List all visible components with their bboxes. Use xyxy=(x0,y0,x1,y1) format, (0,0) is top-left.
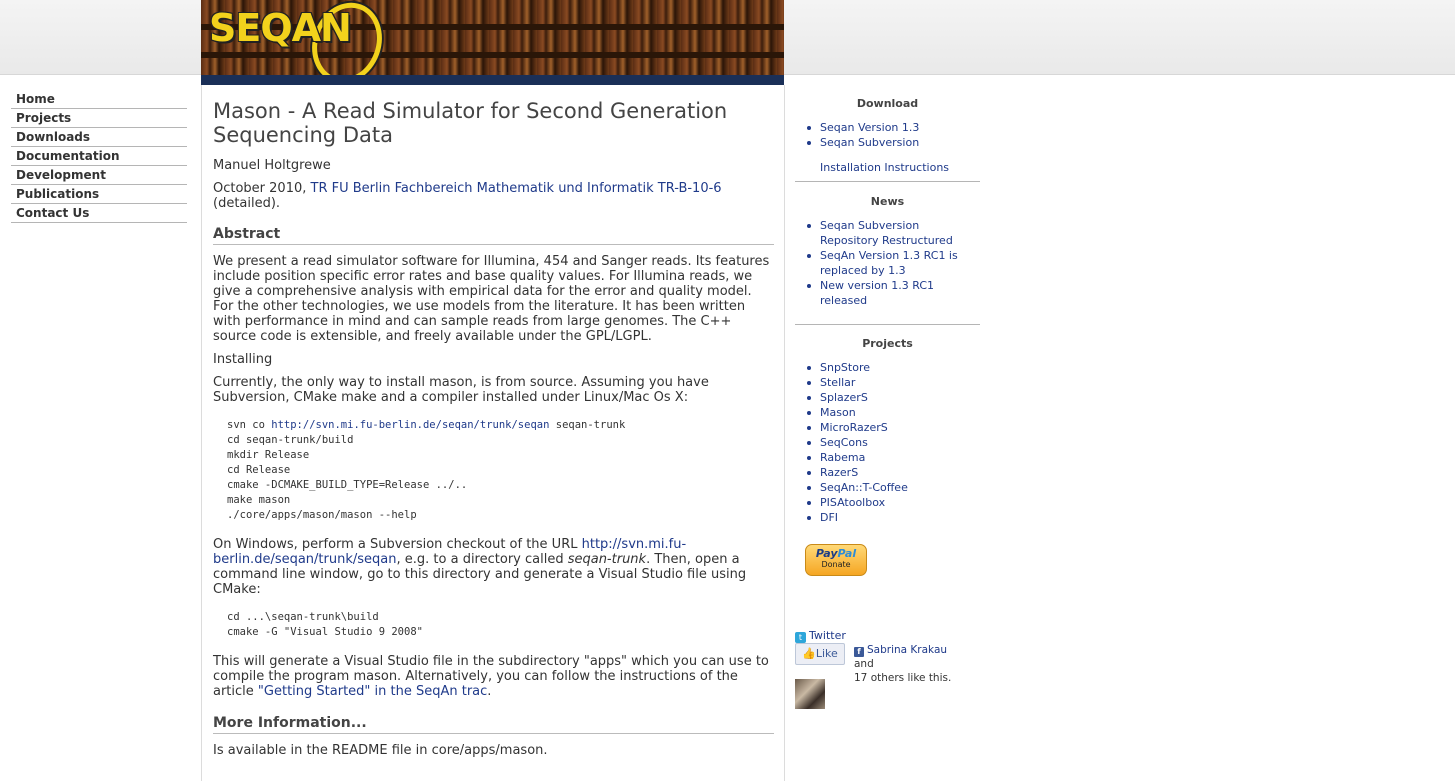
install-code-block: svn co http://svn.mi.fu-berlin.de/seqan/… xyxy=(213,418,774,523)
right-sidebar: Download Seqan Version 1.3 Seqan Subvers… xyxy=(795,96,980,709)
project-rabema-link[interactable]: Rabema xyxy=(820,451,865,464)
facebook-others: 17 others like this. xyxy=(854,672,952,684)
list-item: SeqCons xyxy=(807,435,980,450)
list-item: Seqan Subversion Repository Restructured xyxy=(807,218,980,248)
project-snpstore-link[interactable]: SnpStore xyxy=(820,361,870,374)
site-banner[interactable]: SEQAN xyxy=(201,0,784,85)
project-tcoffee-link[interactable]: SeqAn::T-Coffee xyxy=(820,481,908,494)
list-item: SnpStore xyxy=(807,360,980,375)
project-seqcons-link[interactable]: SeqCons xyxy=(820,436,868,449)
list-item: Seqan Version 1.3 xyxy=(807,120,980,135)
more-info-text: Is available in the README file in core/… xyxy=(213,743,548,758)
news-heading: News xyxy=(870,195,905,208)
download-seqan-13-link[interactable]: Seqan Version 1.3 xyxy=(820,121,919,134)
download-subversion-link[interactable]: Seqan Subversion xyxy=(820,136,919,149)
project-stellar-link[interactable]: Stellar xyxy=(820,376,855,389)
download-list: Seqan Version 1.3 Seqan Subversion xyxy=(795,120,980,150)
abstract-text: We present a read simulator software for… xyxy=(213,254,770,344)
list-item: Seqan Subversion xyxy=(807,135,980,150)
nav-projects[interactable]: Projects xyxy=(11,109,187,128)
list-item: Mason xyxy=(807,405,980,420)
install-instructions-link[interactable]: Installation Instructions xyxy=(820,161,949,174)
report-link[interactable]: TR FU Berlin Fachbereich Mathematik und … xyxy=(311,181,722,196)
code-text: seqan-trunk xyxy=(549,419,626,431)
more-info-heading: More Information... xyxy=(213,715,774,734)
nav-documentation[interactable]: Documentation xyxy=(11,147,187,166)
like-label: Like xyxy=(815,647,838,660)
nav-home[interactable]: Home xyxy=(11,90,187,109)
list-item: SplazerS xyxy=(807,390,980,405)
windows-text: On Windows, perform a Subversion checkou… xyxy=(213,537,774,597)
donate-label: Donate xyxy=(821,560,851,569)
author: Manuel Holtgrewe xyxy=(213,158,331,173)
twitter-link[interactable]: Twitter xyxy=(809,629,846,642)
news-item-link[interactable]: New version 1.3 RC1 released xyxy=(820,279,934,307)
code-text: cd seqan-trunk/build mkdir Release cd Re… xyxy=(227,434,468,521)
paypal-logo: PayPal xyxy=(806,545,866,560)
windows-prefix: On Windows, perform a Subversion checkou… xyxy=(213,537,582,552)
abstract-heading: Abstract xyxy=(213,226,774,245)
list-item: SeqAn Version 1.3 RC1 is replaced by 1.3 xyxy=(807,248,980,278)
download-heading: Download xyxy=(856,97,919,110)
news-item-link[interactable]: SeqAn Version 1.3 RC1 is replaced by 1.3 xyxy=(820,249,958,277)
divider xyxy=(795,324,980,325)
projects-heading: Projects xyxy=(862,337,913,350)
list-item: MicroRazerS xyxy=(807,420,980,435)
project-razers-link[interactable]: RazerS xyxy=(820,466,858,479)
news-list: Seqan Subversion Repository Restructured… xyxy=(795,218,980,308)
paypal-brand-a: Pay xyxy=(815,547,838,560)
nav-contact-us[interactable]: Contact Us xyxy=(11,204,187,223)
twitter-row: t Twitter xyxy=(795,628,846,643)
list-item: SeqAn::T-Coffee xyxy=(807,480,980,495)
page-title: Mason - A Read Simulator for Second Gene… xyxy=(213,99,728,147)
nav-publications[interactable]: Publications xyxy=(11,185,187,204)
windows-mid: , e.g. to a directory called xyxy=(396,552,568,567)
projects-list: SnpStore Stellar SplazerS Mason MicroRaz… xyxy=(795,360,980,525)
install-text: Currently, the only way to install mason… xyxy=(213,375,709,405)
thumbs-up-icon: 👍 xyxy=(802,647,816,660)
list-item: Stellar xyxy=(807,375,980,390)
twitter-icon: t xyxy=(795,632,806,643)
facebook-friend-link[interactable]: Sabrina Krakau xyxy=(867,644,947,656)
nav-development[interactable]: Development xyxy=(11,166,187,185)
install-instructions-row: Installation Instructions xyxy=(795,160,980,175)
banner-shelf xyxy=(201,52,784,58)
svn-url-link[interactable]: http://svn.mi.fu-berlin.de/seqan/trunk/s… xyxy=(271,419,549,431)
paypal-brand-b: Pal xyxy=(837,547,857,560)
list-item: Rabema xyxy=(807,450,980,465)
banner-bar xyxy=(201,75,784,85)
avatar[interactable] xyxy=(795,679,825,709)
publication-line: October 2010, TR FU Berlin Fachbereich M… xyxy=(213,181,774,211)
project-mason-link[interactable]: Mason xyxy=(820,406,856,419)
facebook-icon: f xyxy=(854,647,864,657)
code-text: svn co xyxy=(227,419,272,431)
list-item: PISAtoolbox xyxy=(807,495,980,510)
getting-started-link[interactable]: "Getting Started" in the SeqAn trac xyxy=(258,684,487,699)
list-item: RazerS xyxy=(807,465,980,480)
cmake-code-block: cd ...\seqan-trunk\build cmake -G "Visua… xyxy=(227,611,423,638)
site-logo[interactable]: SEQAN xyxy=(209,6,352,50)
facebook-like-button[interactable]: 👍Like xyxy=(795,643,845,665)
left-navigation: Home Projects Downloads Documentation De… xyxy=(11,90,187,223)
facebook-and: and xyxy=(854,658,874,670)
installing-label: Installing xyxy=(213,352,273,367)
nav-downloads[interactable]: Downloads xyxy=(11,128,187,147)
paypal-donate-button[interactable]: PayPal Donate xyxy=(805,544,867,576)
project-pisatoolbox-link[interactable]: PISAtoolbox xyxy=(820,496,885,509)
windows-dir: seqan-trunk xyxy=(567,552,647,567)
detailed-note: (detailed). xyxy=(213,196,281,211)
publication-date: October 2010, xyxy=(213,181,311,196)
list-item: New version 1.3 RC1 released xyxy=(807,278,980,308)
vs-suffix: . xyxy=(487,684,492,699)
main-content: Mason - A Read Simulator for Second Gene… xyxy=(201,85,785,781)
news-item-link[interactable]: Seqan Subversion Repository Restructured xyxy=(820,219,953,247)
vs-text: This will generate a Visual Studio file … xyxy=(213,654,774,699)
facebook-social-text: f Sabrina Krakau and 17 others like this. xyxy=(854,643,969,685)
project-microrazers-link[interactable]: MicroRazerS xyxy=(820,421,888,434)
project-dfi-link[interactable]: DFI xyxy=(820,511,838,524)
list-item: DFI xyxy=(807,510,980,525)
project-splazers-link[interactable]: SplazerS xyxy=(820,391,868,404)
divider xyxy=(795,181,980,182)
